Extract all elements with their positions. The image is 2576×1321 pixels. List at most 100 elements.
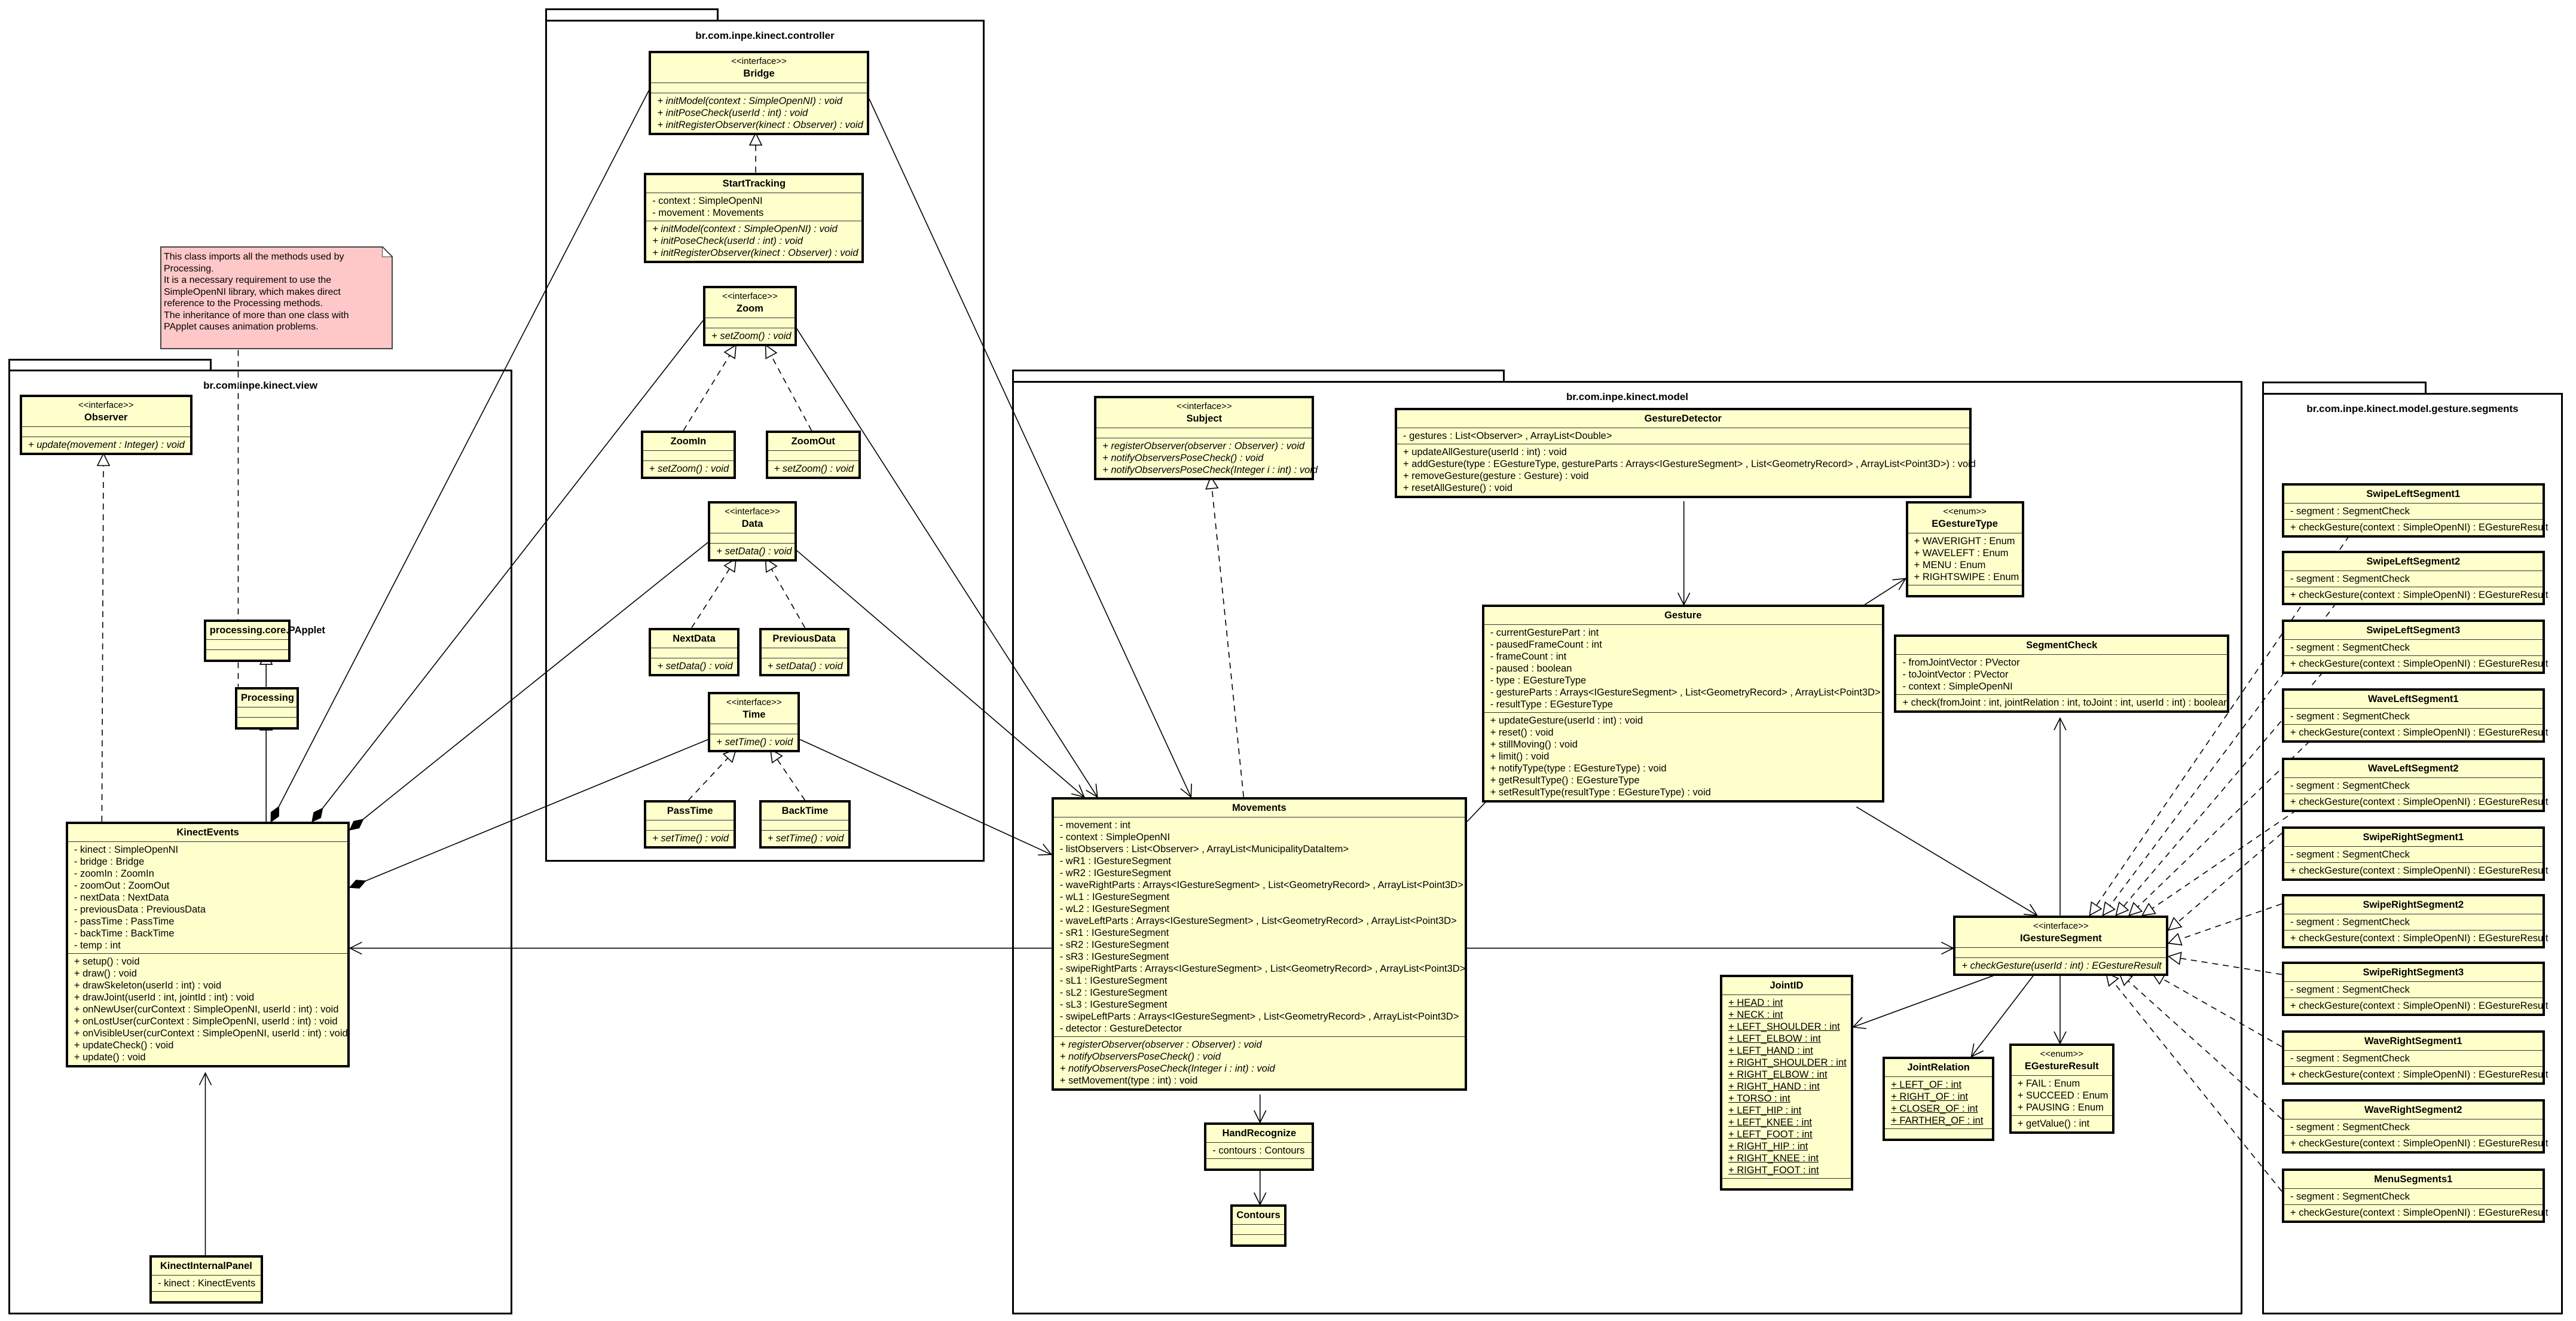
- class-nextdata[interactable]: NextData + setData() : void: [649, 627, 740, 676]
- operation: + notifyObserversPoseCheck() : void: [1102, 453, 1264, 464]
- class-name: ZoomOut: [791, 435, 835, 447]
- class-name: Contours: [1236, 1210, 1281, 1221]
- class-menusegments1[interactable]: MenuSegments1 - segment : SegmentCheck + c…: [2281, 1168, 2548, 1223]
- operations-compartment: + setTime() : void: [646, 831, 734, 846]
- class-processing[interactable]: Processing: [234, 687, 300, 730]
- class-swipeleftsegment3[interactable]: SwipeLeftSegment3 - segment : SegmentChec…: [2281, 619, 2548, 674]
- class-movements[interactable]: Movements - movement : int - context : Sim…: [1051, 797, 1467, 1091]
- attribute: - type : EGestureType: [1490, 675, 1587, 687]
- stereotype: <<interface>>: [722, 291, 778, 302]
- attributes-compartment: [710, 724, 798, 734]
- attribute: + LEFT_ELBOW : int: [1728, 1033, 1821, 1044]
- attributes-compartment: + FAIL : Enum + SUCCEED : Enum + PAUSING :…: [2011, 1076, 2112, 1116]
- class-swiperightsegment1[interactable]: SwipeRightSegment1 - segment : SegmentChe…: [2281, 826, 2548, 881]
- attributes-compartment: - fromJointVector : PVector - toJointVect…: [1896, 655, 2227, 695]
- operation: + initModel(context : SimpleOpenNI) : vo…: [657, 96, 842, 107]
- class-backtime[interactable]: BackTime + setTime() : void: [759, 800, 851, 849]
- class-swiperightsegment2[interactable]: SwipeRightSegment2 - segment : SegmentChe…: [2281, 893, 2548, 948]
- class-header: <<interface>> Time: [710, 694, 798, 724]
- class-egesturetype[interactable]: <<enum>> EGestureType + WAVERIGHT : Enum + …: [1905, 501, 2024, 598]
- class-name: SwipeLeftSegment2: [2366, 556, 2461, 567]
- class-jointid[interactable]: JointID + HEAD : int + NECK : int + LEFT_SH…: [1720, 974, 1853, 1191]
- class-handrecognize[interactable]: HandRecognize - contours : Contours: [1204, 1122, 1315, 1171]
- operation: + setData() : void: [716, 546, 792, 557]
- class-bridge[interactable]: <<interface>> Bridge + initModel(context :…: [649, 51, 869, 136]
- class-data[interactable]: <<interface>> Data + setData() : void: [708, 501, 797, 562]
- class-jointrelation[interactable]: JointRelation + LEFT_OF : int + RIGHT_OF :…: [1883, 1056, 1995, 1141]
- attributes-compartment: + WAVERIGHT : Enum + WAVELEFT : Enum + MEN…: [1908, 533, 2022, 586]
- class-name: Data: [741, 518, 763, 530]
- attribute: - context : SimpleOpenNI: [652, 195, 763, 206]
- attribute: - pausedFrameCount : int: [1490, 639, 1602, 651]
- attribute: - bridge : Bridge: [74, 856, 145, 867]
- operations-compartment: + setData() : void: [710, 544, 794, 559]
- operations-compartment: + updateAllGesture(userId : int) : void +…: [1397, 444, 1976, 496]
- operations-compartment: + checkGesture(context : SimpleOpenNI) :…: [2284, 656, 2548, 672]
- class-kinectinternalpanel[interactable]: KinectInternalPanel - kinect : KinectEven…: [149, 1255, 263, 1304]
- class-name: ZoomIn: [670, 435, 707, 447]
- class-time[interactable]: <<interface>> Time + setTime() : void: [708, 691, 800, 752]
- class-papplet[interactable]: processing.core.PApplet: [203, 619, 325, 662]
- class-swipeleftsegment2[interactable]: SwipeLeftSegment2 - segment : SegmentChec…: [2281, 550, 2548, 605]
- operations-compartment: + getValue() : int: [2012, 1116, 2112, 1131]
- class-observer[interactable]: <<interface>> Observer + update(movement :…: [19, 394, 192, 455]
- note[interactable]: This class imports all the methods used …: [160, 246, 393, 349]
- attribute: + RIGHT_FOOT : int: [1728, 1164, 1819, 1176]
- operations-compartment: + checkGesture(context : SimpleOpenNI) :…: [2284, 794, 2548, 810]
- operation: + registerObserver(observer : Observer) …: [1102, 441, 1305, 452]
- operations-compartment: + checkGesture(context : SimpleOpenNI) :…: [2284, 1067, 2548, 1082]
- attributes-compartment: [705, 318, 795, 329]
- class-starttracking[interactable]: StartTracking - context : SimpleOpenNI - m…: [644, 172, 864, 263]
- class-header: NextData: [651, 630, 737, 648]
- class-passtime[interactable]: PassTime + setTime() : void: [644, 800, 737, 849]
- class-gesturedetector[interactable]: GestureDetector - gestures : List<Observe…: [1395, 407, 1976, 498]
- attribute: - waveLeftParts : Arrays<IGestureSegment…: [1059, 915, 1457, 926]
- attribute: + NECK : int: [1728, 1009, 1783, 1020]
- attributes-compartment: [761, 648, 847, 658]
- attributes-compartment: - segment : SegmentCheck: [2284, 914, 2543, 931]
- class-previousdata[interactable]: PreviousData + setData() : void: [759, 627, 850, 676]
- attribute: + MENU : Enum: [1914, 560, 1986, 571]
- attribute: - segment : SegmentCheck: [2290, 916, 2410, 928]
- operations-compartment: + initModel(context : SimpleOpenNI) : vo…: [646, 221, 861, 261]
- class-swiperightsegment3[interactable]: SwipeRightSegment3 - segment : SegmentChe…: [2281, 961, 2548, 1016]
- attribute: - paused : boolean: [1490, 663, 1572, 675]
- attributes-compartment: [646, 820, 734, 831]
- class-waveleftsegment1[interactable]: WaveLeftSegment1 - segment : SegmentCheck…: [2281, 688, 2548, 743]
- note-line: The inheritance of more than one class w…: [164, 310, 349, 321]
- class-swipeleftsegment1[interactable]: SwipeLeftSegment1 - segment : SegmentChec…: [2281, 483, 2548, 538]
- attributes-compartment: - contours : Contours: [1206, 1143, 1312, 1159]
- operation: + notifyType(type : EGestureType) : void: [1490, 763, 1667, 774]
- operation: + setZoom() : void: [649, 463, 729, 474]
- class-contours[interactable]: Contours: [1230, 1204, 1287, 1247]
- class-gesture[interactable]: Gesture - currentGesturePart : int - pause…: [1481, 605, 1884, 803]
- attribute: + LEFT_SHOULDER : int: [1728, 1021, 1840, 1032]
- attribute: + RIGHT_KNEE : int: [1728, 1152, 1819, 1164]
- class-igesturesegment[interactable]: <<interface>> IGestureSegment + checkGestu…: [1953, 915, 2169, 976]
- class-name: SwipeRightSegment1: [2363, 832, 2464, 843]
- operations-compartment: [1908, 585, 2022, 595]
- attribute: - currentGesturePart : int: [1490, 627, 1599, 639]
- note-line: It is a necessary requirement to use the: [164, 275, 332, 285]
- class-header: <<interface>> IGestureSegment: [1955, 918, 2166, 948]
- class-name: Observer: [84, 411, 128, 423]
- class-name: Movements: [1232, 802, 1287, 813]
- class-kinectevents[interactable]: KinectEvents - kinect : SimpleOpenNI - bri…: [65, 822, 350, 1067]
- class-zoom[interactable]: <<interface>> Zoom + setZoom() : void: [703, 286, 797, 347]
- attribute: - swipeLeftParts : Arrays<IGestureSegmen…: [1059, 1011, 1459, 1022]
- operation: + getValue() : int: [2017, 1118, 2090, 1129]
- class-waveleftsegment2[interactable]: WaveLeftSegment2 - segment : SegmentCheck…: [2281, 757, 2548, 812]
- class-subject[interactable]: <<interface>> Subject + registerObserver(o…: [1094, 396, 1318, 481]
- class-segmentcheck[interactable]: SegmentCheck - fromJointVector : PVector -…: [1894, 634, 2230, 713]
- class-zoomin[interactable]: ZoomIn + setZoom() : void: [640, 430, 737, 479]
- class-zoomout[interactable]: ZoomOut + setZoom() : void: [765, 430, 861, 479]
- attributes-compartment: - segment : SegmentCheck: [2284, 1119, 2543, 1136]
- class-header: WaveLeftSegment2: [2284, 760, 2543, 778]
- attribute: - detector : GestureDetector: [1059, 1023, 1182, 1034]
- class-header: ZoomOut: [768, 433, 858, 451]
- attributes-compartment: - segment : SegmentCheck: [2284, 1189, 2543, 1205]
- stereotype: <<enum>>: [1943, 507, 1987, 517]
- class-egestureresult[interactable]: <<enum>> EGestureResult + FAIL : Enum + SUC…: [2009, 1043, 2114, 1134]
- class-waverightsegment2[interactable]: WaveRightSegment2 - segment : SegmentChec…: [2281, 1099, 2548, 1154]
- class-waverightsegment1[interactable]: WaveRightSegment1 - segment : SegmentChec…: [2281, 1030, 2548, 1085]
